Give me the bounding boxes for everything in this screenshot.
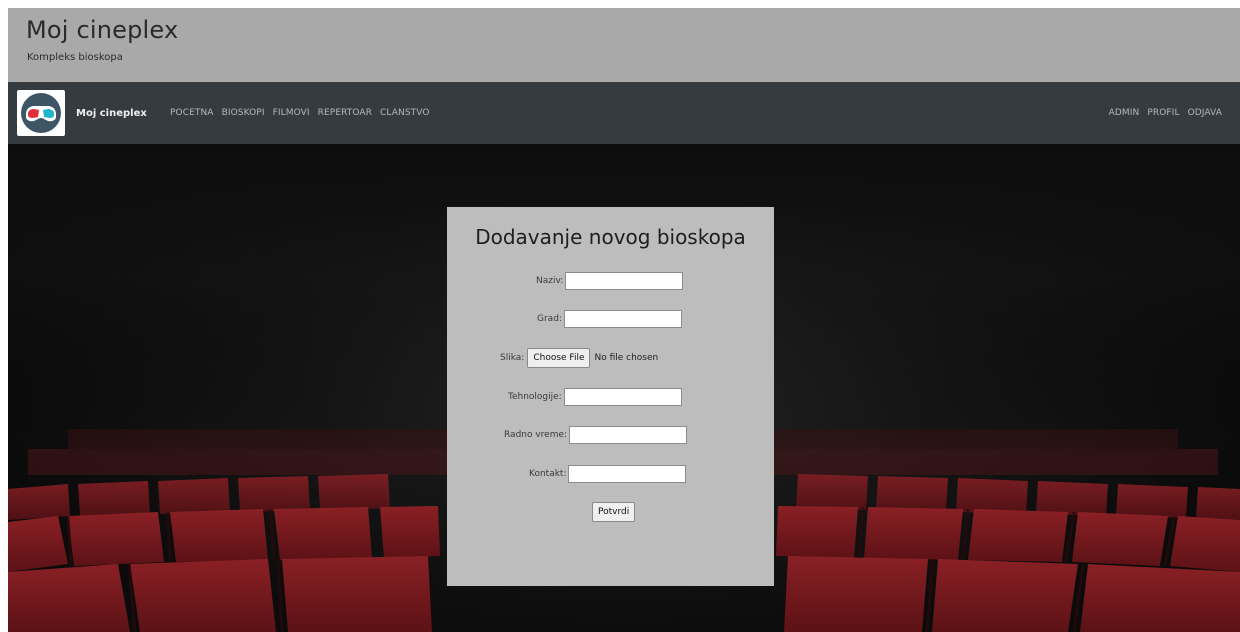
slika-row: Slika: Choose File No file chosen bbox=[500, 348, 658, 368]
tehnologije-label: Tehnologije: bbox=[508, 392, 562, 402]
nav-link-pocetna[interactable]: POCETNA bbox=[170, 108, 214, 118]
naziv-input[interactable] bbox=[565, 272, 684, 290]
3d-glasses-icon[interactable] bbox=[17, 90, 65, 136]
site-subtitle: Kompleks bioskopa bbox=[27, 52, 123, 63]
nav-link-repertoar[interactable]: REPERTOAR bbox=[318, 108, 372, 118]
site-header: Moj cineplex Kompleks bioskopa bbox=[8, 8, 1240, 82]
tehnologije-input[interactable] bbox=[563, 388, 682, 406]
brand-name[interactable]: Moj cineplex bbox=[76, 108, 147, 119]
nav-link-filmovi[interactable]: FILMOVI bbox=[273, 108, 310, 118]
radno-vreme-label: Radno vreme: bbox=[504, 430, 568, 440]
tehnologije-row: Tehnologije: bbox=[508, 387, 682, 407]
grad-label: Grad: bbox=[537, 314, 562, 324]
submit-button[interactable]: Potvrdi bbox=[592, 502, 636, 522]
kontakt-row: Kontakt: bbox=[529, 464, 687, 484]
navbar: Moj cineplex POCETNA BIOSKOPI FILMOVI RE… bbox=[8, 82, 1240, 144]
form-title: Dodavanje novog bioskopa bbox=[475, 225, 746, 249]
grad-row: Grad: bbox=[537, 309, 682, 329]
choose-file-button[interactable]: Choose File bbox=[527, 348, 591, 368]
user-nav: ADMIN PROFIL ODJAVA bbox=[1109, 108, 1222, 118]
nav-link-profil[interactable]: PROFIL bbox=[1147, 108, 1179, 118]
nav-link-clanstvo[interactable]: CLANSTVO bbox=[380, 108, 430, 118]
radno-vreme-row: Radno vreme: bbox=[504, 425, 688, 445]
grad-input[interactable] bbox=[563, 310, 682, 328]
kontakt-input[interactable] bbox=[568, 465, 687, 483]
main-nav: POCETNA BIOSKOPI FILMOVI REPERTOAR CLANS… bbox=[170, 108, 430, 118]
site-title: Moj cineplex bbox=[26, 16, 179, 44]
file-status: No file chosen bbox=[594, 353, 659, 363]
naziv-row: Naziv: bbox=[536, 271, 684, 291]
nav-link-odjava[interactable]: ODJAVA bbox=[1188, 108, 1222, 118]
naziv-label: Naziv: bbox=[536, 276, 564, 286]
add-cinema-form: Dodavanje novog bioskopa Naziv: Grad: Sl… bbox=[447, 207, 774, 586]
slika-label: Slika: bbox=[500, 353, 525, 363]
nav-link-admin[interactable]: ADMIN bbox=[1109, 108, 1140, 118]
radno-vreme-input[interactable] bbox=[569, 426, 688, 444]
kontakt-label: Kontakt: bbox=[529, 469, 567, 479]
page: Moj cineplex Kompleks bioskopa Moj cinep… bbox=[8, 8, 1240, 632]
nav-link-bioskopi[interactable]: BIOSKOPI bbox=[222, 108, 265, 118]
